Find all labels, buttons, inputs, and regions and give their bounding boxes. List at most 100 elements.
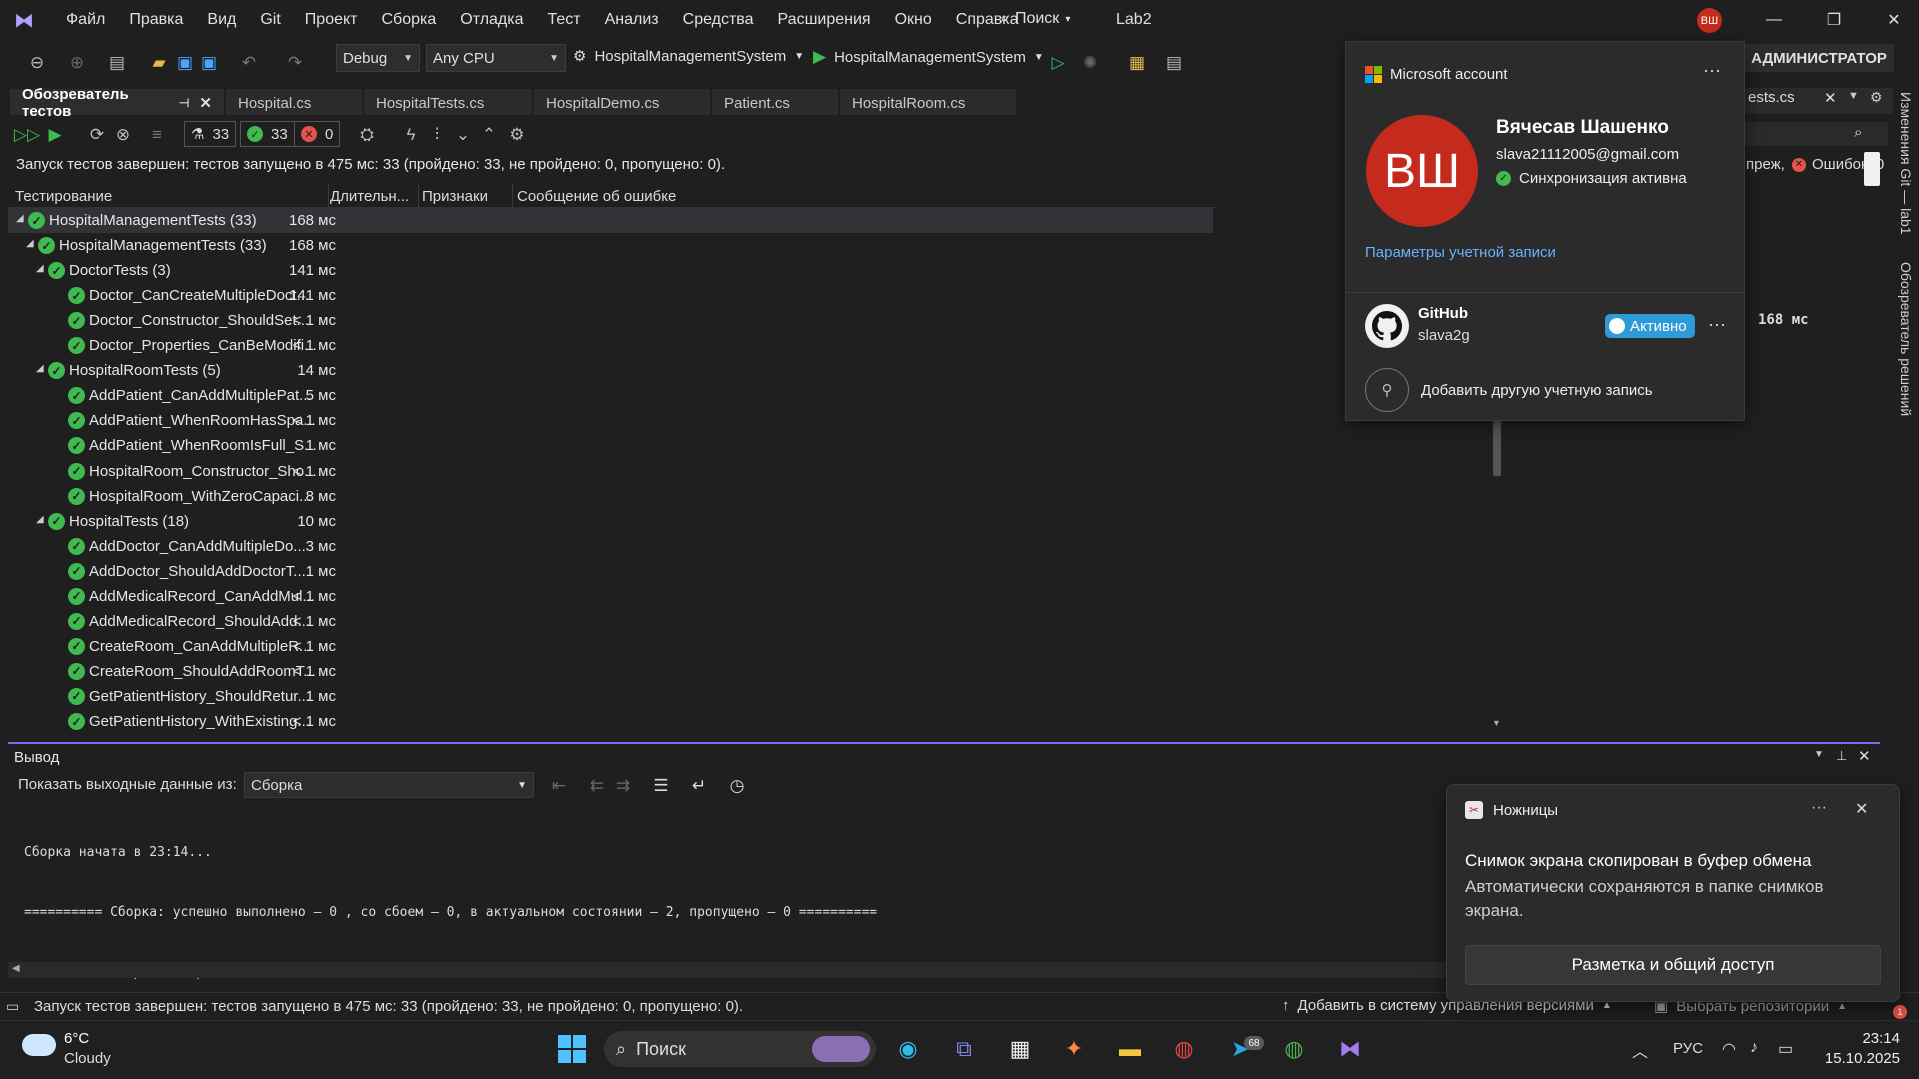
undo-icon[interactable]: ↶ — [236, 50, 262, 76]
notification-icon[interactable]: ▭ — [6, 998, 19, 1015]
layout-icon[interactable]: ▤ — [1161, 50, 1187, 76]
close-icon[interactable]: ✕ — [1824, 89, 1837, 107]
expand-arrow-icon[interactable]: ◢ — [36, 363, 44, 374]
chevron-up-icon[interactable]: ︿ — [1632, 1038, 1648, 1062]
cloud-icon[interactable] — [22, 1034, 56, 1056]
forward-icon[interactable]: ⊕ — [64, 50, 90, 76]
tab-hospitalroom-cs[interactable]: HospitalRoom.cs — [840, 89, 1016, 115]
menu-view[interactable]: Вид — [195, 11, 248, 29]
test-row[interactable]: ✓ HospitalRoom_Constructor_Sho... < 1 мс — [8, 459, 1213, 484]
start-without-debugging-icon[interactable]: ▷ — [1045, 50, 1071, 76]
test-row[interactable]: ✓ AddMedicalRecord_ShouldAdd... < 1 мс — [8, 609, 1213, 634]
menu-test[interactable]: Тест — [536, 11, 593, 29]
tab-patient-cs[interactable]: Patient.cs — [712, 89, 838, 115]
total-tests-counter[interactable]: ⚗ 33 — [184, 121, 237, 147]
language-indicator[interactable]: РУС — [1673, 1040, 1703, 1057]
column-test[interactable]: Тестирование — [15, 188, 112, 205]
file-explorer-icon[interactable]: ▬ — [1110, 1029, 1150, 1069]
account-settings-link[interactable]: Параметры учетной записи — [1365, 244, 1556, 261]
test-row[interactable]: ✓ AddDoctor_CanAddMultipleDo... 3 мс — [8, 534, 1213, 559]
chevron-down-icon[interactable]: ▼ — [1814, 749, 1824, 760]
collapse-all-icon[interactable]: ⌃ — [476, 122, 502, 148]
test-row[interactable]: ✓ GetPatientHistory_ShouldRetur... 1 мс — [8, 684, 1213, 709]
more-options-icon[interactable]: ··· — [1811, 799, 1827, 817]
expand-arrow-icon[interactable]: ◢ — [16, 213, 24, 224]
notification-badge[interactable]: 1 — [1893, 1005, 1907, 1019]
playlist-icon[interactable]: ⛭ — [354, 122, 380, 148]
user-avatar[interactable]: ВШ — [1697, 8, 1722, 33]
cancel-run-icon[interactable]: ⊗ — [110, 122, 136, 148]
next-message-icon[interactable]: ⇉ — [610, 773, 636, 799]
visual-studio-logo-icon[interactable]: ⧓ — [12, 8, 36, 32]
restore-button[interactable]: ❐ — [1804, 0, 1864, 40]
new-item-icon[interactable]: ▤ — [104, 50, 130, 76]
teams-icon[interactable]: ⧉ — [944, 1029, 984, 1069]
start-debugging-button[interactable]: ▶ HospitalManagementSystem ▼ — [813, 47, 1044, 67]
more-options-icon[interactable]: ··· — [1703, 60, 1721, 81]
volume-muted-icon[interactable]: ♪ — [1750, 1039, 1758, 1057]
taskbar-search[interactable]: ⌕ Поиск — [604, 1031, 876, 1067]
minimize-button[interactable]: — — [1744, 0, 1804, 40]
gear-icon[interactable]: ⚙ — [1870, 89, 1883, 106]
test-row[interactable]: ✓ AddPatient_WhenRoomHasSpa... < 1 мс — [8, 408, 1213, 433]
group-icon[interactable]: ≡ — [144, 122, 170, 148]
run-all-tests-icon[interactable]: ▷▷ — [14, 122, 40, 148]
solution-explorer-icon[interactable]: ▦ — [1124, 50, 1150, 76]
test-group-row[interactable]: ◢ ✓ HospitalTests (18) 10 мс — [8, 509, 1213, 534]
back-icon[interactable]: ⊖ — [24, 50, 50, 76]
weather-condition[interactable]: Cloudy — [64, 1050, 111, 1067]
test-row[interactable]: ✓ AddDoctor_ShouldAddDoctorT... 1 мс — [8, 559, 1213, 584]
test-group-row[interactable]: ◢ ✓ HospitalRoomTests (5) 14 мс — [8, 358, 1213, 383]
column-duration[interactable]: Длительн... — [330, 188, 409, 205]
menu-debug[interactable]: Отладка — [448, 11, 535, 29]
scroll-down-icon[interactable]: ▼ — [1492, 718, 1501, 728]
menu-project[interactable]: Проект — [293, 11, 370, 29]
chevron-down-icon[interactable]: ▼ — [1848, 90, 1859, 102]
test-group-row[interactable]: ◢ ✓ HospitalManagementTests (33) 168 мс — [8, 233, 1213, 258]
column-error-message[interactable]: Сообщение об ошибке — [517, 188, 676, 205]
hierarchy-icon[interactable]: ⫶ — [424, 122, 450, 148]
more-options-icon[interactable]: ··· — [1708, 314, 1726, 335]
scrollbar-thumb[interactable] — [1493, 420, 1501, 476]
expand-arrow-icon[interactable]: ◢ — [36, 514, 44, 525]
test-row[interactable]: ✓ Doctor_CanCreateMultipleDoct... 141 мс — [8, 283, 1213, 308]
clock-date[interactable]: 15.10.2025 — [1824, 1050, 1900, 1067]
prev-message-icon[interactable]: ⇇ — [584, 773, 610, 799]
platform-select[interactable]: Any CPU ▼ — [426, 44, 566, 72]
test-row[interactable]: ✓ AddMedicalRecord_CanAddMul... < 1 мс — [8, 584, 1213, 609]
close-button[interactable]: ✕ — [1864, 0, 1919, 40]
pin-icon[interactable]: ⊥ — [1836, 748, 1847, 764]
save-icon[interactable]: ▣ — [172, 50, 198, 76]
visual-studio-icon[interactable]: ⧓ — [1330, 1029, 1370, 1069]
menu-extensions[interactable]: Расширения — [766, 11, 883, 29]
menu-git[interactable]: Git — [248, 11, 292, 29]
open-folder-icon[interactable]: ▰ — [146, 50, 172, 76]
close-icon[interactable]: ✕ — [199, 94, 212, 112]
test-row[interactable]: ✓ AddPatient_CanAddMultiplePat... 5 мс — [8, 383, 1213, 408]
side-tab-solution-explorer[interactable]: Обозреватель решений — [1898, 262, 1914, 416]
word-wrap-icon[interactable]: ↵ — [686, 773, 712, 799]
failed-tests-counter[interactable]: ✕ 0 — [294, 121, 341, 147]
menu-file[interactable]: Файл — [54, 11, 117, 29]
side-tab-git-changes[interactable]: Изменения Git — lab1 — [1898, 92, 1914, 235]
clock-time[interactable]: 23:14 — [1840, 1030, 1900, 1047]
test-row[interactable]: ✓ CreateRoom_ShouldAddRoomT... < 1 мс — [8, 659, 1213, 684]
close-icon[interactable]: ✕ — [1858, 747, 1871, 765]
edge-icon[interactable]: ◉ — [888, 1029, 928, 1069]
menu-tools[interactable]: Средства — [671, 11, 766, 29]
repeat-last-run-icon[interactable]: ⟳ — [84, 122, 110, 148]
configuration-select[interactable]: Debug ▼ — [336, 44, 420, 72]
run-after-build-icon[interactable]: ϟ — [398, 122, 424, 148]
menu-analyze[interactable]: Анализ — [593, 11, 671, 29]
redo-icon[interactable]: ↷ — [282, 50, 308, 76]
copilot-icon[interactable]: ✦ — [1054, 1029, 1094, 1069]
test-row[interactable]: ✓ GetPatientHistory_WithExisting... < 1 мс — [8, 709, 1213, 733]
tab-hospitaldemo-cs[interactable]: HospitalDemo.cs — [534, 89, 710, 115]
timestamp-icon[interactable]: ◷ — [724, 773, 750, 799]
output-source-select[interactable]: Сборка ▼ — [244, 772, 534, 798]
column-traits[interactable]: Признаки — [422, 188, 488, 205]
panel-scroll-thumb[interactable] — [1864, 152, 1880, 186]
pin-icon[interactable]: ⊣ — [179, 96, 189, 110]
find-message-icon[interactable]: ⇤ — [546, 773, 572, 799]
test-group-row[interactable]: ◢ ✓ HospitalManagementTests (33) 168 мс — [8, 208, 1213, 233]
